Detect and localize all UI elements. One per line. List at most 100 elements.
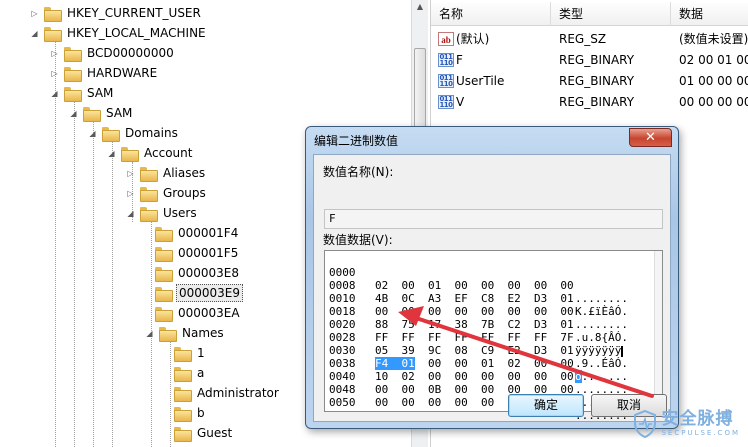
tree-item-name-b[interactable]: b <box>174 403 207 423</box>
tree-item-000003e8[interactable]: 000003E8 <box>155 263 241 283</box>
tree-item-account[interactable]: ◢ Account <box>107 143 194 163</box>
string-value-icon: ab <box>438 31 454 46</box>
value-data: 02 00 01 00 <box>679 52 748 67</box>
binary-value-icon: 011 110 <box>438 94 454 109</box>
expand-arrow-icon[interactable]: ▷ <box>30 9 39 18</box>
tree-item-label: 000001F4 <box>178 226 239 240</box>
folder-icon <box>174 386 192 402</box>
scroll-up-arrow-icon[interactable]: ▲ <box>415 2 425 11</box>
folder-icon <box>102 126 120 142</box>
tree-item-aliases[interactable]: ▷ Aliases <box>126 163 207 183</box>
hex-ascii-rest: ....... <box>581 370 628 383</box>
tree-item-000003e9[interactable]: 000003E9 <box>155 283 244 303</box>
list-row-v[interactable]: 011 110 V REG_BINARY 00 00 00 00 <box>431 91 748 112</box>
tree-item-names[interactable]: ◢ Names <box>145 323 226 343</box>
hex-row: 0008 4B 0C A3 EF C8 E2 D3 01 K.£ïÈâÓ. <box>329 266 628 318</box>
hex-row: 0018 88 75 17 38 7B C2 D3 01 .u.8{ÂÓ. <box>329 292 628 344</box>
tree-item-label: Users <box>163 206 197 220</box>
list-row-default[interactable]: ab (默认) REG_SZ (数值未设置) <box>431 28 748 49</box>
expand-arrow-icon[interactable]: ▷ <box>50 49 59 58</box>
tree-item-hkey-local-machine[interactable]: ◢ HKEY_LOCAL_MACHINE <box>30 23 208 43</box>
tree-item-hkey-current-user[interactable]: ▷ HKEY_CURRENT_USER <box>30 3 203 23</box>
hex-row: 0038 10 02 00 00 00 00 00 00 ........ <box>329 344 628 396</box>
collapse-arrow-icon[interactable]: ◢ <box>88 129 97 138</box>
hex-bytes: 00 00 00 00 00 00 00 00 <box>375 305 574 318</box>
tree-item-label: SAM <box>106 106 133 120</box>
shield-icon <box>634 410 657 438</box>
expand-arrow-icon[interactable]: ▷ <box>126 169 135 178</box>
binary-value-icon: 011 110 <box>438 52 454 67</box>
folder-icon <box>174 366 192 382</box>
watermark-cn: 安全脉搏 <box>661 409 734 429</box>
tree-item-label: a <box>197 366 205 380</box>
tree-item-label: Aliases <box>163 166 206 180</box>
list-row-f[interactable]: 011 110 F REG_BINARY 02 00 01 00 <box>431 49 748 70</box>
dialog-title: 编辑二进制数值 <box>314 134 399 148</box>
column-header-type[interactable]: 类型 <box>551 2 671 26</box>
collapse-arrow-icon[interactable]: ◢ <box>69 109 78 118</box>
hex-editor[interactable]: 0000 02 00 01 00 00 00 00 00 ........ 00… <box>324 250 663 422</box>
text-caret <box>621 345 624 357</box>
ok-button[interactable]: 确定 <box>508 394 584 417</box>
edit-binary-value-dialog: 编辑二进制数值 ✕ 数值名称(N): F 数值数据(V): 0000 02 00… <box>305 126 679 429</box>
tree-guide-line <box>74 102 75 447</box>
hex-row: 0048 00 00 00 00 00 00 00 00 ........ <box>329 370 628 422</box>
close-icon[interactable]: ✕ <box>629 128 672 147</box>
tree-item-name-administrator[interactable]: Administrator <box>174 383 281 403</box>
folder-icon <box>121 146 139 162</box>
tree-item-label: 000001F5 <box>178 246 239 260</box>
folder-icon <box>155 226 173 242</box>
tree-item-bcd00000000[interactable]: ▷ BCD00000000 <box>50 43 176 63</box>
tree-item-name-1[interactable]: 1 <box>174 343 207 363</box>
hex-scrollbar[interactable] <box>654 251 662 411</box>
tree-item-groups[interactable]: ▷ Groups <box>126 183 208 203</box>
tree-item-domains[interactable]: ◢ Domains <box>88 123 180 143</box>
folder-icon <box>140 206 158 222</box>
tree-item-label: SAM <box>87 86 114 100</box>
list-row-usertile[interactable]: 011 110 UserTile REG_BINARY 01 00 00 00 <box>431 70 748 91</box>
collapse-arrow-icon[interactable]: ◢ <box>126 209 135 218</box>
collapse-arrow-icon[interactable]: ◢ <box>30 29 39 38</box>
folder-icon <box>64 46 82 62</box>
hex-bytes: F4 01 00 00 01 02 00 00 <box>375 357 575 370</box>
tree-item-users[interactable]: ◢ Users <box>126 203 199 223</box>
folder-icon <box>64 66 82 82</box>
tree-item-label: Administrator <box>197 386 279 400</box>
tree-item-000003ea[interactable]: 000003EA <box>155 303 242 323</box>
tree-item-label: HKEY_LOCAL_MACHINE <box>67 26 206 40</box>
value-data: (数值未设置) <box>679 32 748 46</box>
column-header-name[interactable]: 名称 <box>431 2 551 26</box>
hex-row: 0000 02 00 01 00 00 00 00 00 ........ <box>329 253 628 305</box>
expand-arrow-icon[interactable]: ▷ <box>126 189 135 198</box>
folder-icon <box>155 306 173 322</box>
tree-item-label: Guest <box>197 426 233 440</box>
tree-item-hardware[interactable]: ▷ HARDWARE <box>50 63 159 83</box>
tree-item-name-guest[interactable]: Guest <box>174 423 234 443</box>
value-data: 00 00 00 00 <box>679 94 748 109</box>
hex-row: 0050 <box>329 383 382 409</box>
folder-icon <box>140 186 158 202</box>
hex-bytes: 88 75 17 38 7B C2 D3 01 <box>375 318 574 331</box>
expand-arrow-icon[interactable]: ▷ <box>50 69 59 78</box>
folder-icon <box>174 346 192 362</box>
tree-item-label: BCD00000000 <box>87 46 174 60</box>
hex-ascii: K.£ïÈâÓ. <box>575 305 628 318</box>
value-type: REG_BINARY <box>559 94 635 109</box>
tree-guide-line <box>93 122 94 447</box>
tree-item-sam-sub[interactable]: ◢ SAM <box>69 103 134 123</box>
tree-item-label: Groups <box>163 186 206 200</box>
collapse-arrow-icon[interactable]: ◢ <box>50 89 59 98</box>
tree-item-name-a[interactable]: a <box>174 363 206 383</box>
collapse-arrow-icon[interactable]: ◢ <box>107 149 116 158</box>
tree-item-label: 000003EA <box>178 306 240 320</box>
folder-icon <box>174 426 192 442</box>
tree-item-000001f4[interactable]: 000001F4 <box>155 223 240 243</box>
column-header-data[interactable]: 数据 <box>671 2 748 26</box>
tree-item-000001f5[interactable]: 000001F5 <box>155 243 240 263</box>
folder-icon <box>174 406 192 422</box>
collapse-arrow-icon[interactable]: ◢ <box>145 329 154 338</box>
binary-value-icon: 011 110 <box>438 73 454 88</box>
tree-item-label: Domains <box>125 126 178 140</box>
tree-item-sam[interactable]: ◢ SAM <box>50 83 115 103</box>
hex-row: 0028 05 39 9C 08 C9 E2 D3 01 .9..ÉâÓ. <box>329 318 628 370</box>
